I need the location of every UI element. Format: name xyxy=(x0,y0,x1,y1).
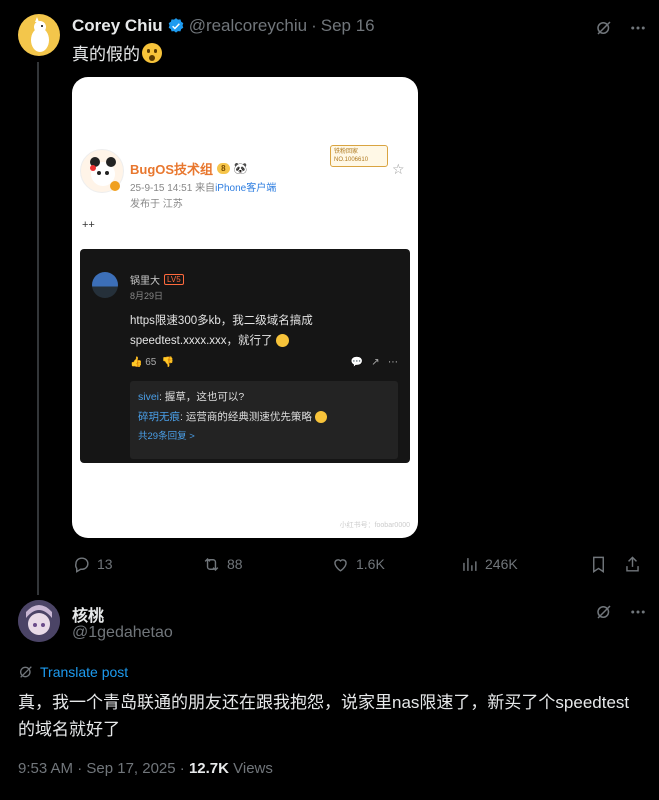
weibo-client: iPhone客户端 xyxy=(215,183,277,194)
bookmark-icon xyxy=(593,556,604,573)
reply-1-user: sivei xyxy=(138,391,160,403)
weibo-author-name: BugOS技术组 8 🐼 xyxy=(130,159,247,178)
author-handle[interactable]: @realcoreychiu xyxy=(189,16,307,36)
views-icon xyxy=(463,557,477,571)
weibo-level-badge: 8 xyxy=(217,163,230,174)
reply-meta: 9:53 AM · Sep 17, 2025 · 12.7K Views xyxy=(18,760,273,777)
tweet1-header: Corey Chiu @realcoreychiu · Sep 16 xyxy=(72,16,375,36)
tweet1-text: 真的假的 xyxy=(72,40,162,65)
repost-button[interactable]: 88 xyxy=(202,553,243,575)
reply-icon xyxy=(75,556,89,573)
reply-2-user: 碎玥无痕 xyxy=(138,411,180,423)
fan-badge: 铁粉回家 NO.1006610 xyxy=(330,145,388,167)
grok-icon[interactable] xyxy=(594,602,614,622)
commenter-header: 锅里大 LV5 xyxy=(130,272,184,287)
reply-views-count: 12.7K xyxy=(188,760,229,777)
comment-likes-count: 65 xyxy=(145,357,157,368)
commenter-avatar xyxy=(92,272,118,298)
separator: · xyxy=(311,16,317,35)
reply-timestamp[interactable]: 9:53 AM · Sep 17, 2025 · xyxy=(18,760,189,777)
surprised-face-icon xyxy=(142,42,162,63)
tired-face-icon xyxy=(314,411,327,424)
comment-actions: 👍 65 👎 💬 ↗ ⋯ xyxy=(130,357,398,368)
reply-body: 真，我一个青岛联通的朋友还在跟我抱怨，说家里nas限速了，新买了个speedte… xyxy=(18,693,630,739)
corey-chiu-avatar[interactable] xyxy=(18,14,60,56)
share-button[interactable] xyxy=(623,553,642,575)
repost-icon xyxy=(204,557,219,571)
tweet1-top-icons xyxy=(594,18,648,38)
reply-button[interactable]: 13 xyxy=(72,553,113,575)
weibo-meta: 25-9-15 14:51 来自iPhone客户端 xyxy=(130,179,276,194)
panda-icon: 🐼 xyxy=(233,163,248,175)
thread-line xyxy=(37,62,39,595)
reply-views-label: Views xyxy=(228,760,273,777)
views-button[interactable]: 246K xyxy=(460,553,518,575)
share-icon xyxy=(626,555,639,572)
reply-2: 碎玥无痕: 运营商的经典测速优先策略 xyxy=(138,407,390,427)
like-count: 1.6K xyxy=(356,556,385,572)
reply-1-text: : 握草，这也可以? xyxy=(159,391,245,403)
commenter-level: LV5 xyxy=(164,274,184,285)
comment-likes: 👍 65 👎 xyxy=(130,357,175,368)
reply-2-text: : 运营商的经典测速优先策略 xyxy=(180,411,312,423)
reply-author-handle[interactable]: @1gedahetao xyxy=(72,624,173,642)
author-name[interactable]: Corey Chiu xyxy=(72,16,163,36)
comment-date: 8月29日 xyxy=(130,291,164,301)
verified-badge-icon xyxy=(168,18,183,33)
more-icon[interactable] xyxy=(628,18,648,38)
weibo-time: 25-9-15 14:51 xyxy=(130,183,193,194)
comment-tools: 💬 ↗ ⋯ xyxy=(350,357,399,368)
tweet1-body: 真的假的 xyxy=(72,45,140,64)
translate-label: Translate post xyxy=(40,664,129,680)
reply-1: sivei: 握草，这也可以? xyxy=(138,387,390,407)
hetao-avatar[interactable] xyxy=(18,600,60,642)
more-replies: 共29条回复 > xyxy=(138,431,195,442)
comment-screenshot: 锅里大 LV5 8月29日 https限速300多kb，我二级域名搞成speed… xyxy=(80,249,410,463)
attached-image[interactable]: BugOS技术组 8 🐼 25-9-15 14:51 来自iPhone客户端 发… xyxy=(72,77,418,538)
heart-icon xyxy=(334,558,347,572)
more-icon[interactable] xyxy=(628,602,648,622)
reply-author-name[interactable]: 核桃 xyxy=(72,602,104,626)
views-count: 246K xyxy=(485,556,518,572)
comment-text: https限速300多kb，我二级域名搞成speedtest.xxxx.xxx，… xyxy=(130,311,390,351)
comment-replies: sivei: 握草，这也可以? 碎玥无痕: 运营商的经典测速优先策略 共29条回… xyxy=(130,381,398,459)
weibo-body: ++ xyxy=(82,219,95,231)
translate-post-link[interactable]: Translate post xyxy=(18,664,128,680)
commenter-name: 锅里大 xyxy=(130,276,160,287)
tweet1-action-bar: 13 88 1.6K 246K xyxy=(72,553,650,577)
weibo-location: 发布于 江苏 xyxy=(130,199,183,210)
weibo-from: 来自 xyxy=(195,183,216,194)
star-icon: ☆ xyxy=(392,161,405,177)
tweet2-top-icons xyxy=(594,602,648,622)
fan-badge-line1: 铁粉回家 xyxy=(334,149,359,155)
grin-face-icon xyxy=(275,334,289,348)
weibo-author-name-text: BugOS技术组 xyxy=(130,162,214,177)
like-button[interactable]: 1.6K xyxy=(331,553,385,575)
reply-count: 13 xyxy=(97,556,113,572)
bookmark-button[interactable] xyxy=(589,553,608,575)
watermark: 小红书号：foobar0000 xyxy=(339,522,410,529)
post-date[interactable]: Sep 16 xyxy=(321,16,375,36)
grok-icon[interactable] xyxy=(594,18,614,38)
weibo-author-avatar xyxy=(80,149,124,193)
repost-count: 88 xyxy=(227,556,243,572)
translate-icon xyxy=(20,666,32,678)
fan-badge-line2: NO.1006610 xyxy=(334,157,369,163)
